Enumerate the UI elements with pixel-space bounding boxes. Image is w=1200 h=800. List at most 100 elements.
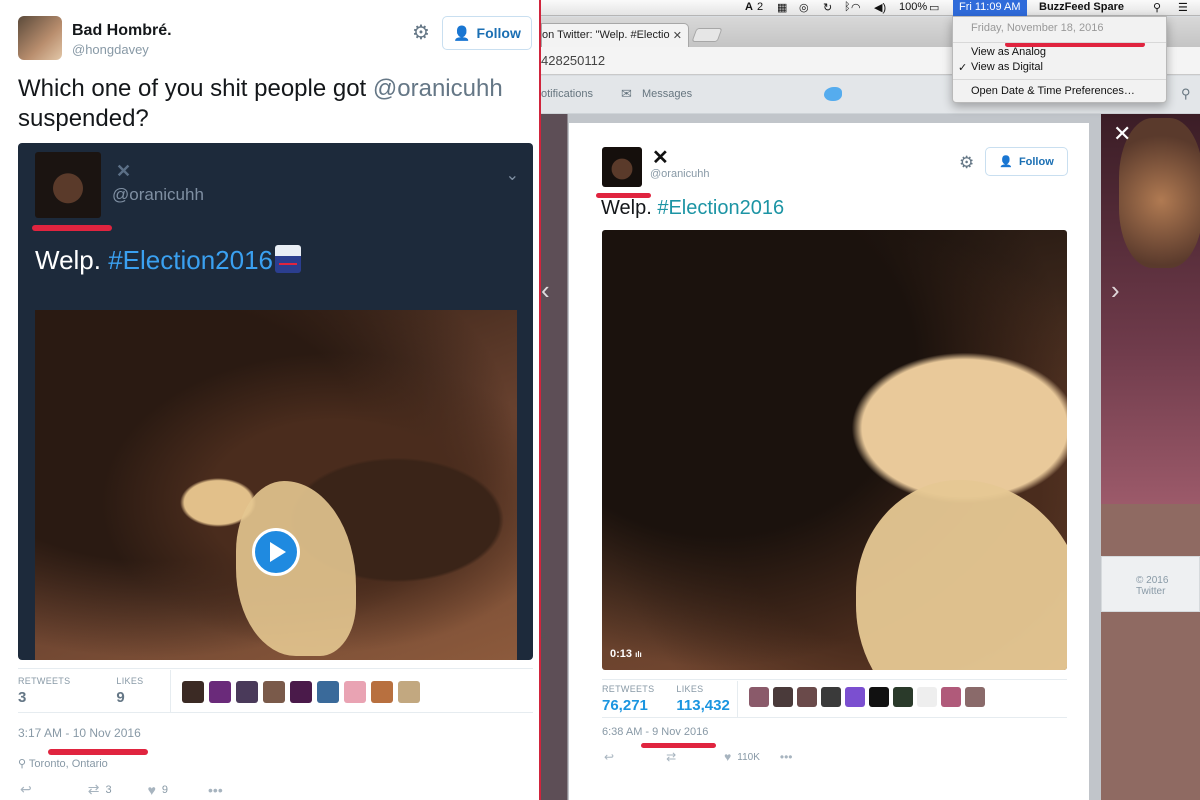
menu-item-view-digital[interactable]: View as Digital: [971, 61, 1043, 73]
liker-avatar[interactable]: [182, 681, 204, 703]
liker-avatar[interactable]: [869, 687, 889, 707]
spotlight-icon[interactable]: ⚲: [1153, 1, 1161, 14]
follow-label: Follow: [1018, 155, 1054, 168]
retweet-icon[interactable]: ⇄: [666, 750, 676, 764]
time-machine-icon[interactable]: ↻: [823, 1, 832, 14]
liker-avatar[interactable]: [371, 681, 393, 703]
likes-label: LIKES: [116, 676, 144, 686]
more-icon[interactable]: •••: [780, 750, 793, 764]
retweets-stat[interactable]: RETWEETS 76,271: [602, 684, 654, 714]
likes-stat[interactable]: LIKES 113,432: [676, 684, 729, 714]
tweet-stats: RETWEETS 76,271 LIKES 113,432: [602, 684, 730, 714]
liker-avatar[interactable]: [797, 687, 817, 707]
close-icon: ✕: [116, 161, 132, 181]
tweet-timestamp[interactable]: 3:17 AM - 10 Nov 2016: [18, 726, 141, 740]
battery-percent: 100%: [899, 1, 928, 13]
screenshot-root: Bad Hombré. @hongdavey ⚙ 👤 Follow Which …: [0, 0, 1200, 800]
reply-icon[interactable]: ↩: [604, 750, 614, 764]
bluetooth-icon[interactable]: ᛒ: [844, 1, 851, 13]
liker-avatar[interactable]: [236, 681, 258, 703]
chevron-right-icon[interactable]: ›: [1111, 275, 1120, 306]
avatar[interactable]: [18, 16, 62, 60]
duration-label: 0:13: [610, 648, 633, 660]
retweet-icon[interactable]: ⇄: [88, 781, 100, 798]
retweets-stat[interactable]: RETWEETS 3: [18, 676, 70, 706]
tweet-text-part: suspended?: [18, 105, 149, 132]
volume-icon[interactable]: ◀): [874, 1, 886, 14]
tweet-text: Welp. #Election2016: [601, 197, 784, 220]
add-user-icon: 👤: [999, 156, 1013, 168]
heart-icon[interactable]: ♥: [148, 782, 156, 798]
menubar-clock[interactable]: Fri 11:09 AM: [953, 0, 1027, 16]
menu-item-date-time-prefs[interactable]: Open Date & Time Preferences…: [971, 85, 1135, 97]
search-icon[interactable]: ⚲: [1181, 86, 1191, 102]
left-tweet-panel: Bad Hombré. @hongdavey ⚙ 👤 Follow Which …: [0, 0, 540, 800]
evernote-icon[interactable]: ◎: [799, 1, 809, 14]
hashtag-link[interactable]: #Election2016: [108, 245, 273, 275]
tweet-text: Which one of you shit people got @oranic…: [18, 74, 518, 134]
tweet-text-part: Which one of you shit people got: [18, 75, 373, 102]
follow-button[interactable]: 👤 Follow: [442, 16, 532, 50]
display-name[interactable]: Bad Hombré.: [72, 22, 172, 40]
redaction-mark: [48, 749, 148, 755]
likes-count: 113,432: [676, 697, 730, 714]
nav-notifications[interactable]: otifications: [541, 88, 593, 100]
chevron-down-icon[interactable]: ⌄: [506, 165, 519, 185]
liker-avatar[interactable]: [290, 681, 312, 703]
more-icon[interactable]: •••: [208, 782, 223, 798]
heart-icon[interactable]: ♥: [724, 750, 731, 764]
redaction-mark: [32, 225, 112, 231]
menu-item-view-analog[interactable]: View as Analog: [971, 46, 1046, 58]
user-handle[interactable]: @oranicuhh: [650, 168, 709, 180]
liker-avatar[interactable]: [773, 687, 793, 707]
wifi-icon[interactable]: ◠: [851, 1, 861, 14]
location-label: Toronto, Ontario: [28, 758, 108, 770]
tweet-actions: ↩ ⇄ ♥ 110K •••: [604, 750, 792, 764]
tweet-timestamp[interactable]: 6:38 AM - 9 Nov 2016: [602, 726, 708, 738]
calendar-icon[interactable]: ▦: [777, 1, 787, 14]
liker-avatar[interactable]: [965, 687, 985, 707]
notification-center-icon[interactable]: ☰: [1178, 1, 1188, 14]
user-handle[interactable]: @hongdavey: [72, 42, 149, 57]
divider: [737, 681, 738, 717]
quoted-avatar[interactable]: [35, 152, 101, 218]
liker-avatar[interactable]: [917, 687, 937, 707]
twitter-bird-icon[interactable]: [824, 87, 842, 101]
likes-stat[interactable]: LIKES 9: [116, 676, 143, 706]
gear-icon[interactable]: ⚙: [959, 153, 974, 173]
new-tab-button[interactable]: [691, 28, 723, 42]
liker-avatar[interactable]: [344, 681, 366, 703]
play-icon[interactable]: [252, 528, 300, 576]
gear-icon[interactable]: ⚙: [412, 23, 430, 43]
side-text-fragment: s,: [541, 630, 549, 641]
liker-avatar[interactable]: [893, 687, 913, 707]
hashtag-link[interactable]: #Election2016: [657, 197, 784, 219]
retweets-count: 3: [18, 689, 27, 706]
follow-button[interactable]: 👤 Follow: [985, 147, 1068, 176]
liker-avatar[interactable]: [845, 687, 865, 707]
likes-count: 9: [116, 689, 125, 706]
liker-avatar[interactable]: [398, 681, 420, 703]
tweet-actions: ↩ ⇄ 3 ♥ 9 •••: [20, 781, 223, 798]
liker-avatar[interactable]: [263, 681, 285, 703]
liker-avatar[interactable]: [749, 687, 769, 707]
retweets-count: 76,271: [602, 697, 648, 714]
video-player[interactable]: 0:13 ılı: [602, 230, 1067, 670]
tweet-location[interactable]: ⚲ Toronto, Ontario: [18, 757, 108, 770]
liker-avatar[interactable]: [941, 687, 961, 707]
liker-avatar[interactable]: [209, 681, 231, 703]
quoted-handle[interactable]: @oranicuhh: [112, 185, 204, 205]
liker-avatar[interactable]: [317, 681, 339, 703]
menubar-user[interactable]: BuzzFeed Spare: [1039, 1, 1124, 13]
liker-avatar[interactable]: [821, 687, 841, 707]
battery-icon[interactable]: ▭: [929, 1, 939, 14]
close-icon[interactable]: ✕: [673, 29, 682, 42]
nav-messages[interactable]: Messages: [642, 88, 692, 100]
close-icon[interactable]: ✕: [1113, 121, 1131, 147]
adobe-icon[interactable]: A: [745, 1, 753, 13]
browser-tab[interactable]: on Twitter: "Welp. #Electio ✕: [541, 23, 689, 47]
avatar[interactable]: [602, 147, 642, 187]
mention-link[interactable]: @oranicuhh: [373, 75, 503, 102]
chevron-left-icon[interactable]: ‹: [541, 275, 550, 306]
reply-icon[interactable]: ↩: [20, 781, 32, 798]
